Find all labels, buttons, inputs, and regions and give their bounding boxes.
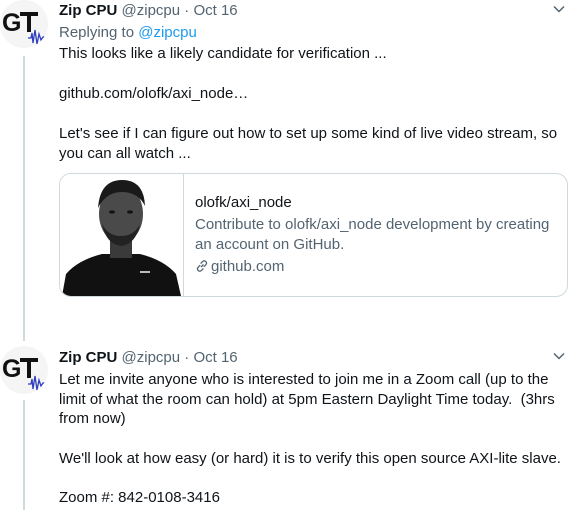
author-name[interactable]: Zip CPU [59,349,117,366]
zipcpu-logo-avatar: G [2,9,46,45]
github-link[interactable]: github.com/olofk/axi_node… [59,84,248,104]
tweet-header: Zip CPU @zipcpu · Oct 16 [59,348,238,368]
author-name[interactable]: Zip CPU [59,2,117,19]
avatar[interactable]: G [0,0,48,48]
author-handle[interactable]: @zipcpu [122,2,181,19]
card-domain: github.com [195,257,284,277]
tweet-header: Zip CPU @zipcpu · Oct 16 [59,1,238,21]
profile-photo [60,174,183,296]
zipcpu-logo-avatar: G [2,355,46,391]
thread-line [23,56,25,341]
link-icon [196,260,208,272]
tweet-text-line: Let me invite anyone who is interested t… [59,371,549,388]
tweet: Zip CPU @zipcpu · Oct 16 Let me invite a… [59,347,568,510]
tweet-text-line: Zoom #: 842-0108-3416 [59,489,220,506]
card-title: olofk/axi_node [195,194,292,211]
tweet-text-line: limit of what the room can hold) at 5pm … [59,391,555,408]
replying-to: Replying to @zipcpu [59,23,197,43]
tweet-text-line: from now) [59,410,126,427]
tweet-date[interactable]: Oct 16 [193,349,237,366]
tweet-date[interactable]: Oct 16 [193,2,237,19]
tweet-text-line: This looks like a likely candidate for v… [59,45,387,62]
tweet-text-line: We'll look at how easy (or hard) it is t… [59,450,561,467]
tweet-text-line: Let's see if I can figure out how to set… [59,125,558,142]
separator: · [184,2,190,19]
tweet-text-line: you can all watch ... [59,145,191,162]
svg-text:G: G [2,9,21,37]
thread-line [23,400,25,510]
reply-prefix: Replying to [59,24,135,41]
separator: · [184,349,190,366]
chevron-down-icon[interactable] [552,2,566,16]
author-handle[interactable]: @zipcpu [122,349,181,366]
card-description: Contribute to olofk/axi_node development… [195,216,550,253]
card-domain-text: github.com [211,258,285,275]
avatar[interactable]: G [0,346,48,394]
chevron-down-icon[interactable] [552,349,566,363]
reply-handle-link[interactable]: @zipcpu [138,24,197,41]
link-preview-card[interactable]: olofk/axi_node Contribute to olofk/axi_n… [59,173,568,297]
card-image [60,174,184,296]
svg-text:G: G [2,355,21,383]
